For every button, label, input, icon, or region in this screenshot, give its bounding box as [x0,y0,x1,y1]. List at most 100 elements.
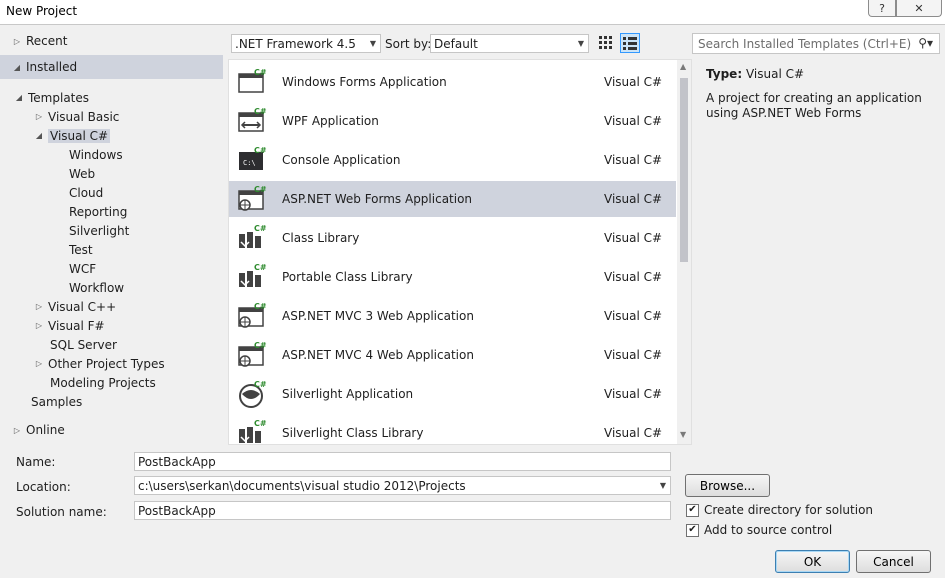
template-language: Visual C# [604,231,663,245]
template-item[interactable]: C:\ C# Console Application Visual C# [229,142,676,178]
template-name: Portable Class Library [282,270,413,284]
search-templates-input[interactable]: Search Installed Templates (Ctrl+E) ⚲▾ [692,33,940,54]
tree-item-visual-basic[interactable]: ▷ Visual Basic [0,107,228,126]
template-list: C# Windows Forms Application Visual C# C# WP… [228,59,692,445]
template-list-scrollbar[interactable]: ▲ ▼ [677,60,691,444]
silverlight-class-library-icon: C# [237,419,267,444]
svg-text:C#: C# [254,380,267,389]
template-item[interactable]: C# ASP.NET MVC 3 Web Application Visual C# [229,298,676,334]
search-icon[interactable]: ⚲▾ [918,36,933,50]
list-view-icon [623,37,637,50]
new-project-dialog: ▷ Recent ◢ Installed ◢ Templates ▷ Visua… [0,24,945,578]
class-library-icon: C# [237,224,267,252]
expand-right-icon[interactable]: ▷ [34,321,44,330]
template-type: Type: Visual C# [706,67,805,81]
scroll-down-icon[interactable]: ▼ [680,430,686,439]
svg-text:C#: C# [254,68,267,77]
svg-text:C#: C# [254,107,267,116]
expand-down-icon[interactable]: ◢ [14,93,24,102]
tree-item-silverlight[interactable]: Silverlight [0,221,228,240]
tree-item-visual-csharp[interactable]: ◢ Visual C# [0,126,228,145]
svg-text:C:\: C:\ [243,159,256,167]
tree-item-modeling-projects[interactable]: Modeling Projects [0,373,228,392]
template-item[interactable]: C# Silverlight Application Visual C# [229,376,676,412]
tree-item-recent[interactable]: ▷ Recent [0,29,228,53]
expand-right-icon[interactable]: ▷ [12,37,22,46]
template-name: ASP.NET MVC 3 Web Application [282,309,474,323]
tree-item-visual-fsharp[interactable]: ▷ Visual F# [0,316,228,335]
tree-item-installed[interactable]: ◢ Installed [0,55,223,79]
location-select[interactable]: c:\users\serkan\documents\visual studio … [134,476,671,495]
template-name: WPF Application [282,114,379,128]
template-item[interactable]: C# Windows Forms Application Visual C# [229,64,676,100]
tree-item-wcf[interactable]: WCF [0,259,228,278]
sort-label: Sort by: [385,37,432,51]
template-name: Silverlight Class Library [282,426,424,440]
template-item[interactable]: C# Portable Class Library Visual C# [229,259,676,295]
small-icons-view-button[interactable] [596,33,616,53]
svg-text:C#: C# [254,419,267,428]
name-label: Name: [16,455,56,469]
project-name-input[interactable] [134,452,671,471]
tree-item-sql-server[interactable]: SQL Server [0,335,228,354]
expand-down-icon[interactable]: ◢ [12,63,22,72]
tree-item-cloud[interactable]: Cloud [0,183,228,202]
template-item[interactable]: C# Class Library Visual C# [229,220,676,256]
help-icon: ? [879,1,885,15]
template-name: Console Application [282,153,401,167]
expand-right-icon[interactable]: ▷ [34,302,44,311]
close-icon: ✕ [914,1,924,15]
template-item[interactable]: C# Silverlight Class Library Visual C# [229,415,676,444]
add-source-control-checkbox[interactable]: ✔ Add to source control [686,523,832,537]
scrollbar-thumb[interactable] [680,78,688,262]
template-name: ASP.NET Web Forms Application [282,192,473,206]
template-info-pane: Type: Visual C# A project for creating a… [692,59,945,445]
scroll-up-icon[interactable]: ▲ [680,62,686,71]
template-language: Visual C# [604,309,663,323]
template-language: Visual C# [604,270,663,284]
tree-item-templates[interactable]: ◢ Templates [0,88,228,107]
tree-item-online[interactable]: ▷ Online [0,418,228,442]
checkmark-icon[interactable]: ✔ [686,503,699,517]
expand-right-icon[interactable]: ▷ [34,359,44,368]
template-tree: ▷ Recent ◢ Installed ◢ Templates ▷ Visua… [0,25,228,445]
svg-text:C#: C# [254,263,267,272]
close-button[interactable]: ✕ [896,0,942,17]
tree-item-other-project-types[interactable]: ▷ Other Project Types [0,354,228,373]
tree-item-workflow[interactable]: Workflow [0,278,228,297]
wpf-icon: C# [237,107,267,135]
silverlight-icon: C# [237,380,267,408]
expand-right-icon[interactable]: ▷ [34,112,44,121]
template-item[interactable]: C# WPF Application Visual C# [229,103,676,139]
medium-icons-view-button[interactable] [620,33,640,53]
template-item[interactable]: C# ASP.NET MVC 4 Web Application Visual C# [229,337,676,373]
cancel-button[interactable]: Cancel [856,550,931,573]
tree-item-web[interactable]: Web [0,164,228,183]
template-language: Visual C# [604,114,663,128]
framework-select[interactable]: .NET Framework 4.5 ▼ [231,34,381,53]
browse-button[interactable]: Browse... [685,474,770,497]
chevron-down-icon: ▼ [577,39,584,48]
window-title: New Project [6,4,78,18]
create-directory-checkbox[interactable]: ✔ Create directory for solution [686,503,873,517]
template-item[interactable]: C# ASP.NET Web Forms Application Visual C# [229,181,676,217]
ok-button[interactable]: OK [775,550,850,573]
sort-select[interactable]: Default ▼ [430,34,589,53]
tree-item-samples[interactable]: Samples [0,392,228,411]
solution-name-input[interactable] [134,501,671,520]
template-language: Visual C# [604,192,663,206]
tree-item-visual-cpp[interactable]: ▷ Visual C++ [0,297,228,316]
tree-item-reporting[interactable]: Reporting [0,202,228,221]
tree-item-windows[interactable]: Windows [0,145,228,164]
template-name: Class Library [282,231,360,245]
checkmark-icon[interactable]: ✔ [686,523,699,537]
tree-item-test[interactable]: Test [0,240,228,259]
expand-right-icon[interactable]: ▷ [12,426,22,435]
title-bar: New Project ? ✕ [0,0,945,24]
expand-down-icon[interactable]: ◢ [34,131,44,140]
template-language: Visual C# [604,426,663,440]
template-name: Silverlight Application [282,387,414,401]
svg-text:C#: C# [254,302,267,311]
portable-class-library-icon: C# [237,263,267,291]
help-button[interactable]: ? [868,0,896,17]
